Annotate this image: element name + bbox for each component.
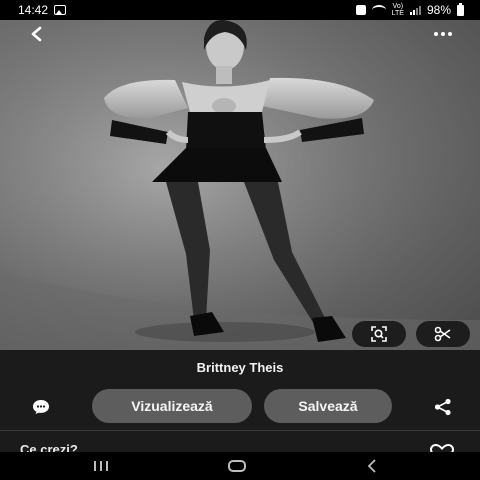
- save-button[interactable]: Salvează: [264, 389, 392, 423]
- scissors-icon: [434, 326, 451, 342]
- volte-top-text: Vo): [392, 3, 404, 10]
- more-options-button[interactable]: [428, 22, 458, 46]
- system-nav-bar: [0, 452, 480, 480]
- volte-bottom-text: LTE: [391, 10, 404, 17]
- share-icon: [434, 398, 451, 416]
- status-right: Vo) LTE 98%: [355, 2, 464, 17]
- comment-button[interactable]: [26, 395, 56, 419]
- volte-icon: Vo) LTE: [392, 3, 404, 17]
- wifi-icon: [371, 5, 386, 15]
- fashion-model-photo: [0, 20, 480, 350]
- battery-percent: 98%: [426, 3, 451, 17]
- visit-button[interactable]: Vizualizează: [92, 389, 252, 423]
- clock: 14:42: [18, 3, 49, 17]
- back-icon[interactable]: [366, 459, 378, 478]
- recents-icon[interactable]: [94, 461, 108, 471]
- section-divider: [0, 430, 480, 431]
- pin-image[interactable]: [0, 20, 480, 350]
- battery-icon: [457, 2, 464, 16]
- visual-search-icon: [371, 326, 387, 342]
- cutout-button[interactable]: [416, 321, 470, 347]
- status-left: 14:42: [18, 3, 67, 17]
- pin-title: Brittney Theis: [196, 360, 284, 375]
- comment-prompt[interactable]: Ce crezi?: [20, 442, 78, 452]
- heart-icon[interactable]: [430, 444, 454, 452]
- more-horizontal-icon: [434, 32, 452, 36]
- comment-icon: [33, 400, 49, 414]
- gallery-icon: [54, 5, 67, 15]
- image-header: [0, 20, 480, 48]
- home-icon[interactable]: [228, 460, 246, 472]
- status-bar: 14:42 Vo) LTE 98%: [0, 0, 480, 20]
- bag-icon: [355, 5, 366, 15]
- visual-search-button[interactable]: [352, 321, 406, 347]
- signal-icon: [409, 5, 421, 15]
- chevron-left-icon: [31, 26, 42, 42]
- share-button[interactable]: [428, 395, 458, 419]
- back-button[interactable]: [22, 22, 52, 46]
